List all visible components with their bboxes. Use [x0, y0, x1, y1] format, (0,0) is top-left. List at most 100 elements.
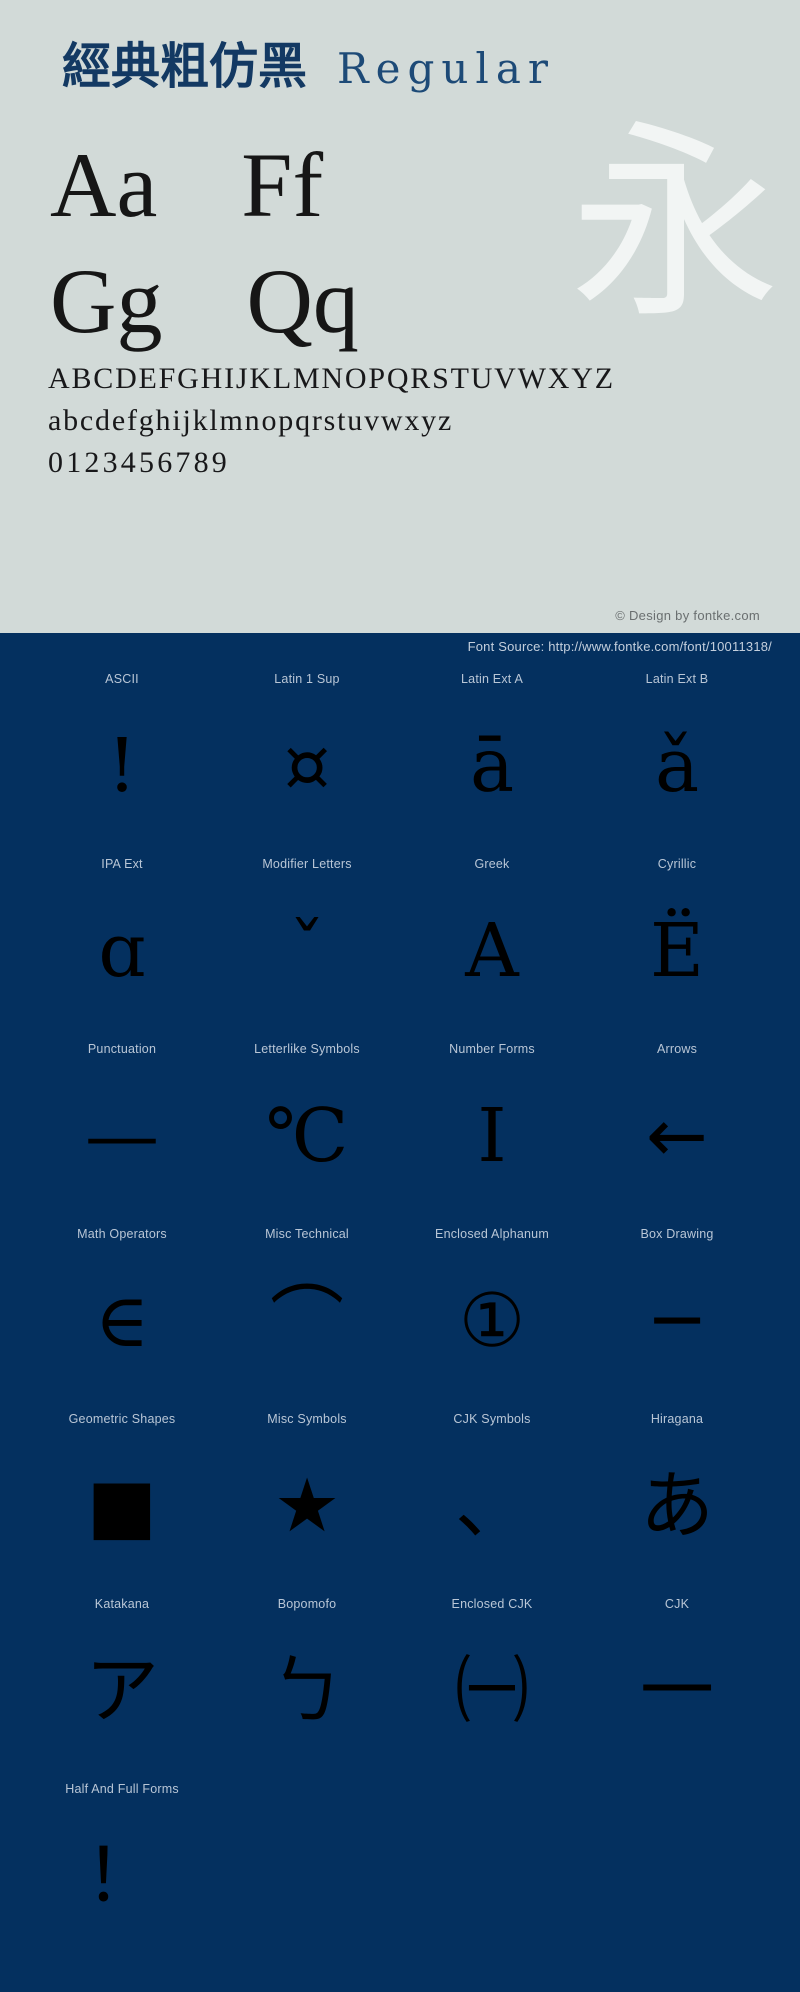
- block-label: Arrows: [656, 1042, 698, 1056]
- block-label: Modifier Letters: [262, 857, 352, 871]
- block-glyph: ！: [85, 1832, 159, 1919]
- block-row: Half And Full Forms ！: [0, 1781, 800, 1966]
- block-glyph: ★: [273, 1462, 341, 1549]
- block-glyph: ¤: [283, 722, 331, 809]
- block-row: Math Operators ∈ Misc Technical ⌒ Enclos…: [0, 1226, 800, 1411]
- block-glyph: あ: [640, 1462, 714, 1549]
- block-label: Cyrillic: [657, 857, 697, 871]
- block-label: Greek: [474, 857, 510, 871]
- block-label: Punctuation: [87, 1042, 157, 1056]
- block-label: Bopomofo: [277, 1597, 337, 1611]
- block-glyph: ㈠: [455, 1647, 529, 1734]
- block-label: Latin 1 Sup: [274, 672, 340, 686]
- alphabet-uppercase: ABCDEFGHIJKLMNOPQRSTUVWXYZ: [48, 362, 615, 395]
- block-glyph: ā: [469, 722, 515, 809]
- block-cell-latin-ext-a[interactable]: Latin Ext A ā: [401, 671, 583, 856]
- block-label: Geometric Shapes: [68, 1412, 176, 1426]
- watermark-glyph: 永: [569, 102, 780, 347]
- block-label: Enclosed CJK: [451, 1597, 533, 1611]
- block-label: Katakana: [94, 1597, 150, 1611]
- block-glyph: 一: [640, 1647, 714, 1734]
- block-glyph: 、: [455, 1462, 529, 1549]
- block-cell-box-drawing[interactable]: Box Drawing ─: [586, 1226, 768, 1411]
- block-cell-enclosed-cjk[interactable]: Enclosed CJK ㈠: [401, 1596, 583, 1781]
- block-label: Math Operators: [77, 1227, 167, 1241]
- block-cell-ipa-ext[interactable]: IPA Ext ɑ: [31, 856, 213, 1041]
- block-glyph: Ё: [649, 907, 705, 994]
- block-glyph: ˇ: [288, 907, 326, 994]
- block-label: ASCII: [105, 672, 139, 686]
- block-cell-cyrillic[interactable]: Cyrillic Ё: [586, 856, 768, 1041]
- block-row: ASCII ! Latin 1 Sup ¤ Latin Ext A ā Lati…: [0, 671, 800, 856]
- block-label: Latin Ext A: [461, 672, 523, 686]
- sample-pair-row: Aa Ff: [50, 128, 470, 244]
- block-label: Hiragana: [650, 1412, 704, 1426]
- block-row: Geometric Shapes ■ Misc Symbols ★ CJK Sy…: [0, 1411, 800, 1596]
- block-cell-latin-1-sup[interactable]: Latin 1 Sup ¤: [216, 671, 398, 856]
- block-cell-katakana[interactable]: Katakana ア: [31, 1596, 213, 1781]
- block-glyph: ア: [85, 1647, 159, 1734]
- block-label: CJK: [664, 1597, 690, 1611]
- block-glyph: ɑ: [98, 907, 146, 994]
- block-cell-hiragana[interactable]: Hiragana あ: [586, 1411, 768, 1596]
- block-label: Latin Ext B: [645, 672, 709, 686]
- sample-pair-row: Gg Qq: [50, 244, 470, 360]
- font-name-cjk: 經典粗仿黑: [62, 38, 308, 95]
- font-style-name: Regular: [337, 44, 555, 93]
- block-cell-misc-technical[interactable]: Misc Technical ⌒: [216, 1226, 398, 1411]
- block-label: Enclosed Alphanum: [435, 1227, 549, 1241]
- sample-letter-pairs: Aa Ff Gg Qq: [50, 128, 470, 360]
- block-label: CJK Symbols: [453, 1412, 531, 1426]
- block-cell-letterlike-symbols[interactable]: Letterlike Symbols ℃: [216, 1041, 398, 1226]
- unicode-blocks-panel: Font Source: http://www.fontke.com/font/…: [0, 633, 800, 1992]
- block-label: Half And Full Forms: [65, 1782, 179, 1796]
- block-cell-math-operators[interactable]: Math Operators ∈: [31, 1226, 213, 1411]
- block-glyph: ①: [458, 1277, 526, 1364]
- alphabet-digits: 0123456789: [48, 446, 230, 479]
- block-row: Punctuation — Letterlike Symbols ℃ Numbe…: [0, 1041, 800, 1226]
- block-cell-bopomofo[interactable]: Bopomofo ㄅ: [216, 1596, 398, 1781]
- block-glyph: ㄅ: [270, 1647, 344, 1734]
- block-cell-number-forms[interactable]: Number Forms Ⅰ: [401, 1041, 583, 1226]
- block-cell-latin-ext-b[interactable]: Latin Ext B ǎ: [586, 671, 768, 856]
- block-glyph: Ⅰ: [477, 1092, 507, 1179]
- block-glyph: ⌒: [270, 1277, 344, 1364]
- block-row: IPA Ext ɑ Modifier Letters ˇ Greek Α Cyr…: [0, 856, 800, 1041]
- sample-pair-aa: Aa: [50, 134, 158, 236]
- design-credit: © Design by fontke.com: [615, 608, 760, 623]
- block-label: Misc Technical: [265, 1227, 349, 1241]
- font-source-link[interactable]: Font Source: http://www.fontke.com/font/…: [468, 639, 772, 654]
- block-glyph: !: [107, 722, 137, 809]
- block-cell-enclosed-alphanum[interactable]: Enclosed Alphanum ①: [401, 1226, 583, 1411]
- block-cell-punctuation[interactable]: Punctuation —: [31, 1041, 213, 1226]
- alphabet-lowercase: abcdefghijklmnopqrstuvwxyz: [48, 404, 454, 437]
- sample-pair-ff: Ff: [241, 134, 324, 236]
- block-row: Katakana ア Bopomofo ㄅ Enclosed CJK ㈠ CJK…: [0, 1596, 800, 1781]
- block-cell-geometric-shapes[interactable]: Geometric Shapes ■: [31, 1411, 213, 1596]
- block-cell-ascii[interactable]: ASCII !: [31, 671, 213, 856]
- block-glyph: Α: [465, 907, 519, 994]
- block-cell-cjk-symbols[interactable]: CJK Symbols 、: [401, 1411, 583, 1596]
- block-glyph: —: [85, 1092, 159, 1179]
- block-glyph: ←: [645, 1092, 708, 1179]
- block-label: Letterlike Symbols: [254, 1042, 360, 1056]
- sample-pair-gg: Gg: [50, 249, 163, 352]
- block-label: Misc Symbols: [267, 1412, 347, 1426]
- block-label: Box Drawing: [640, 1227, 714, 1241]
- block-label: IPA Ext: [101, 857, 143, 871]
- block-cell-half-and-full-forms[interactable]: Half And Full Forms ！: [31, 1781, 213, 1966]
- block-glyph: ─: [654, 1277, 700, 1364]
- block-label: Number Forms: [449, 1042, 535, 1056]
- block-glyph: ǎ: [654, 722, 700, 809]
- specimen-title: 經典粗仿黑 Regular: [62, 42, 555, 91]
- block-cell-modifier-letters[interactable]: Modifier Letters ˇ: [216, 856, 398, 1041]
- block-cell-arrows[interactable]: Arrows ←: [586, 1041, 768, 1226]
- block-glyph: ■: [87, 1462, 157, 1549]
- block-cell-greek[interactable]: Greek Α: [401, 856, 583, 1041]
- sample-pair-qq: Qq: [246, 249, 359, 352]
- block-cell-cjk[interactable]: CJK 一: [586, 1596, 768, 1781]
- font-specimen-panel: 經典粗仿黑 Regular 永 Aa Ff Gg Qq ABCDEFGHIJKL…: [0, 0, 800, 633]
- block-cell-misc-symbols[interactable]: Misc Symbols ★: [216, 1411, 398, 1596]
- block-glyph: ∈: [94, 1277, 150, 1364]
- unicode-blocks-grid: ASCII ! Latin 1 Sup ¤ Latin Ext A ā Lati…: [0, 671, 800, 1966]
